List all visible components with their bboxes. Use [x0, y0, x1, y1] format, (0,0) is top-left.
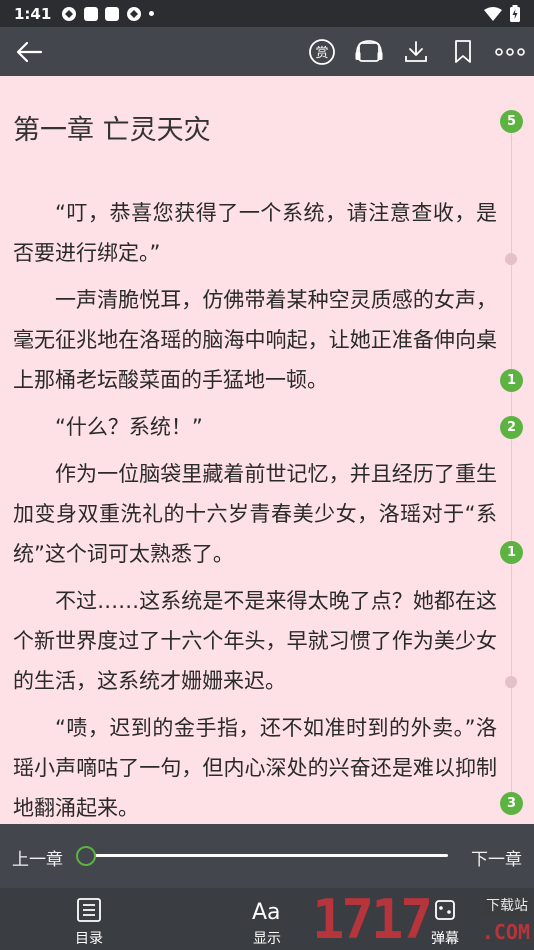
app-notification-icon: [84, 6, 99, 21]
download-icon: [404, 40, 427, 62]
tab-label: 显示: [253, 931, 281, 947]
bookmark-icon: [454, 39, 471, 63]
reader-screen: 1:41 赏 第一章 亡灵天灾 “叮，恭喜您获得了一个系统，请注意查收，是否要进…: [0, 0, 534, 950]
reward-button[interactable]: 赏: [305, 35, 338, 68]
paragraph-comment-badge[interactable]: 3: [500, 792, 523, 815]
top-app-bar: 赏: [0, 27, 534, 76]
more-options-button[interactable]: [493, 35, 526, 68]
battery-icon: [510, 5, 520, 22]
bookmark-button[interactable]: [446, 35, 479, 68]
paragraph-comment-badge[interactable]: 5: [500, 110, 523, 133]
wifi-icon: [484, 6, 502, 21]
more-notifications-dot: [149, 11, 155, 16]
watermark-tag: 下载站: [482, 894, 532, 916]
paragraph[interactable]: “什么？系统！”: [13, 407, 497, 447]
tab-label: 目录: [75, 931, 103, 947]
comment-marker-dot: [505, 253, 517, 265]
chapter-progress-thumb[interactable]: [76, 846, 96, 866]
reading-area[interactable]: 第一章 亡灵天灾 “叮，恭喜您获得了一个系统，请注意查收，是否要进行绑定。” 一…: [0, 76, 534, 824]
tab-display[interactable]: Aa 显示: [232, 894, 302, 948]
paragraph[interactable]: 作为一位脑袋里藏着前世记忆，并且经历了重生加变身双重洗礼的十六岁青春美少女，洛瑶…: [13, 454, 497, 574]
headphones-icon: [355, 39, 382, 62]
paragraph[interactable]: “啧，迟到的金手指，还不如准时到的外卖。”洛瑶小声嘀咕了一句，但内心深处的兴奋还…: [13, 708, 497, 828]
app-notification-icon: [127, 6, 142, 21]
svg-text:Aa: Aa: [252, 900, 281, 923]
paragraph[interactable]: “叮，恭喜您获得了一个系统，请注意查收，是否要进行绑定。”: [13, 193, 497, 273]
next-chapter-button[interactable]: 下一章: [471, 845, 522, 870]
paragraph-comment-badge[interactable]: 1: [500, 541, 523, 564]
download-button[interactable]: [399, 35, 432, 68]
back-arrow-icon[interactable]: [14, 37, 44, 67]
listen-button[interactable]: [352, 35, 385, 68]
app-notification-icon: [105, 6, 120, 21]
paragraph[interactable]: 不过……这系统是不是来得太晚了点？她都在这个新世界度过了十六个年头，早就习惯了作…: [13, 581, 497, 701]
site-watermark: 1717 下载站 .COM: [312, 890, 534, 950]
status-bar: 1:41: [0, 0, 534, 27]
chapter-navigation-bar: 上一章 下一章: [0, 824, 534, 888]
reward-icon: 赏: [308, 38, 335, 65]
paragraph-comment-badge[interactable]: 1: [500, 369, 523, 392]
app-notification-icon: [62, 6, 77, 21]
more-horizontal-icon: [494, 47, 525, 56]
paragraph-comment-badge[interactable]: 2: [500, 416, 523, 439]
tab-catalog[interactable]: 目录: [54, 894, 124, 948]
chapter-progress-slider[interactable]: [86, 854, 448, 857]
notification-icons: [61, 6, 155, 22]
watermark-domain: .COM: [481, 920, 530, 944]
paragraph[interactable]: 一声清脆悦耳，仿佛带着某种空灵质感的女声，毫无征兆地在洛瑶的脑海中响起，让她正准…: [13, 280, 497, 400]
svg-text:赏: 赏: [315, 46, 328, 61]
status-time: 1:41: [14, 4, 52, 23]
watermark-logo: 1717: [312, 888, 433, 950]
chapter-title: 第一章 亡灵天灾: [13, 115, 211, 146]
comment-marker-dot: [505, 676, 517, 688]
chapter-content: “叮，恭喜您获得了一个系统，请注意查收，是否要进行绑定。” 一声清脆悦耳，仿佛带…: [13, 193, 497, 835]
previous-chapter-button[interactable]: 上一章: [12, 845, 63, 870]
comment-rail: [511, 131, 512, 811]
font-size-icon: Aa: [252, 900, 281, 923]
list-icon: [77, 898, 101, 922]
